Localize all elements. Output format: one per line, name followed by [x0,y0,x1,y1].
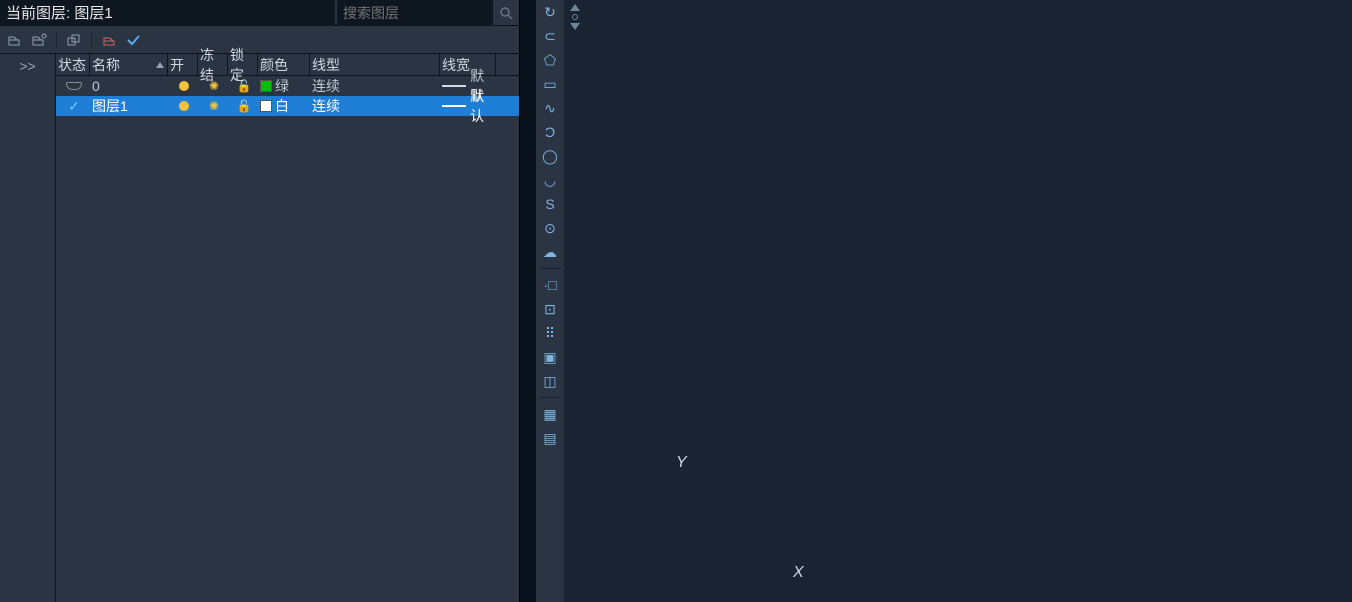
layer-on-toggle[interactable] [168,96,198,116]
draw-toolbar: ↻ ⊂ ⬠ ▭ ∿ Ɔ ◯ ◡ S ⊙ ☁ ·□ ⊡ ⠿ ▣ ◫ ▦ ▤ [536,0,564,602]
col-header-color[interactable]: 颜色 [258,54,310,75]
layer-color-cell[interactable]: 绿 [258,76,310,96]
layer-search-button[interactable] [493,0,519,25]
layer-panel-header: 当前图层: 图层1 [0,0,519,26]
hatch-tool-icon[interactable]: ▦ [539,404,561,424]
polygon-tool-icon[interactable]: ⬠ [539,50,561,70]
col-header-linetype[interactable]: 线型 [310,54,440,75]
layer-lineweight-cell[interactable]: 默认 [440,96,496,116]
axis-x-label: X [793,564,804,582]
filter-tree-toggle[interactable]: >> [0,54,56,602]
drawing-canvas[interactable]: Y X [564,0,1352,602]
freeform-icon[interactable]: S [539,194,561,214]
donut-tool-icon[interactable]: ⊙ [539,218,561,238]
layer-linetype-cell[interactable]: 连续 [310,76,440,96]
layer-toolbar [0,26,519,54]
point-tool-icon[interactable]: ·□ [539,275,561,295]
col-header-on[interactable]: 开 [168,54,198,75]
arc-cw-icon[interactable]: ↻ [539,2,561,22]
spline-fit-icon[interactable]: ∿ [539,98,561,118]
revcloud-icon[interactable]: ☁ [539,242,561,262]
wipeout-tool-icon[interactable]: ◫ [539,371,561,391]
panel-resize-divider[interactable] [520,0,536,602]
layer-linetype-cell[interactable]: 连续 [310,96,440,116]
col-header-lineweight[interactable]: 线宽 [440,54,496,75]
layer-properties-panel: 当前图层: 图层1 >> 状态 名称 开 [0,0,520,602]
layer-status-icon: ✓ [56,96,90,116]
layer-on-toggle[interactable] [168,76,198,96]
set-current-layer-button[interactable] [124,31,142,49]
col-header-freeze[interactable]: 冻结 [198,54,228,75]
ellipse-tool-icon[interactable]: ◯ [539,146,561,166]
delete-layer-button[interactable] [100,31,118,49]
gradient-tool-icon[interactable]: ▤ [539,428,561,448]
layer-status-icon [56,76,90,96]
canvas-svg [564,0,864,150]
spline-cv-icon[interactable]: Ɔ [539,122,561,142]
col-header-lock[interactable]: 锁定 [228,54,258,75]
layer-color-cell[interactable]: 白 [258,96,310,116]
layer-name-cell[interactable]: 图层1 [90,96,168,116]
divide-tool-icon[interactable]: ⊡ [539,299,561,319]
current-layer-display[interactable]: 当前图层: 图层1 [0,0,335,25]
layer-table: 状态 名称 开 冻结 锁定 颜色 线型 线宽 0✺🔓绿连续默认✓图层1 ✺🔓白连续… [56,54,519,602]
measure-tool-icon[interactable]: ⠿ [539,323,561,343]
ellipse-arc-icon[interactable]: ◡ [539,170,561,190]
new-layer-vp-frozen-button[interactable] [30,31,48,49]
col-header-status[interactable]: 状态 [56,54,90,75]
layer-name-cell[interactable]: 0 [90,76,168,96]
axis-y-label: Y [676,454,687,472]
layer-freeze-toggle[interactable]: ✺ [198,96,228,116]
layer-search-input[interactable] [335,0,493,25]
new-layer-button[interactable] [6,31,24,49]
layer-row[interactable]: 0✺🔓绿连续默认 [56,76,519,96]
layer-states-button[interactable] [65,31,83,49]
col-header-name[interactable]: 名称 [90,54,168,75]
arc-tool-icon[interactable]: ⊂ [539,26,561,46]
layer-row[interactable]: ✓图层1 ✺🔓白连续默认 [56,96,519,116]
region-tool-icon[interactable]: ▣ [539,347,561,367]
layer-lock-toggle[interactable]: 🔓 [228,96,258,116]
layer-table-header: 状态 名称 开 冻结 锁定 颜色 线型 线宽 [56,54,519,76]
rectangle-tool-icon[interactable]: ▭ [539,74,561,94]
